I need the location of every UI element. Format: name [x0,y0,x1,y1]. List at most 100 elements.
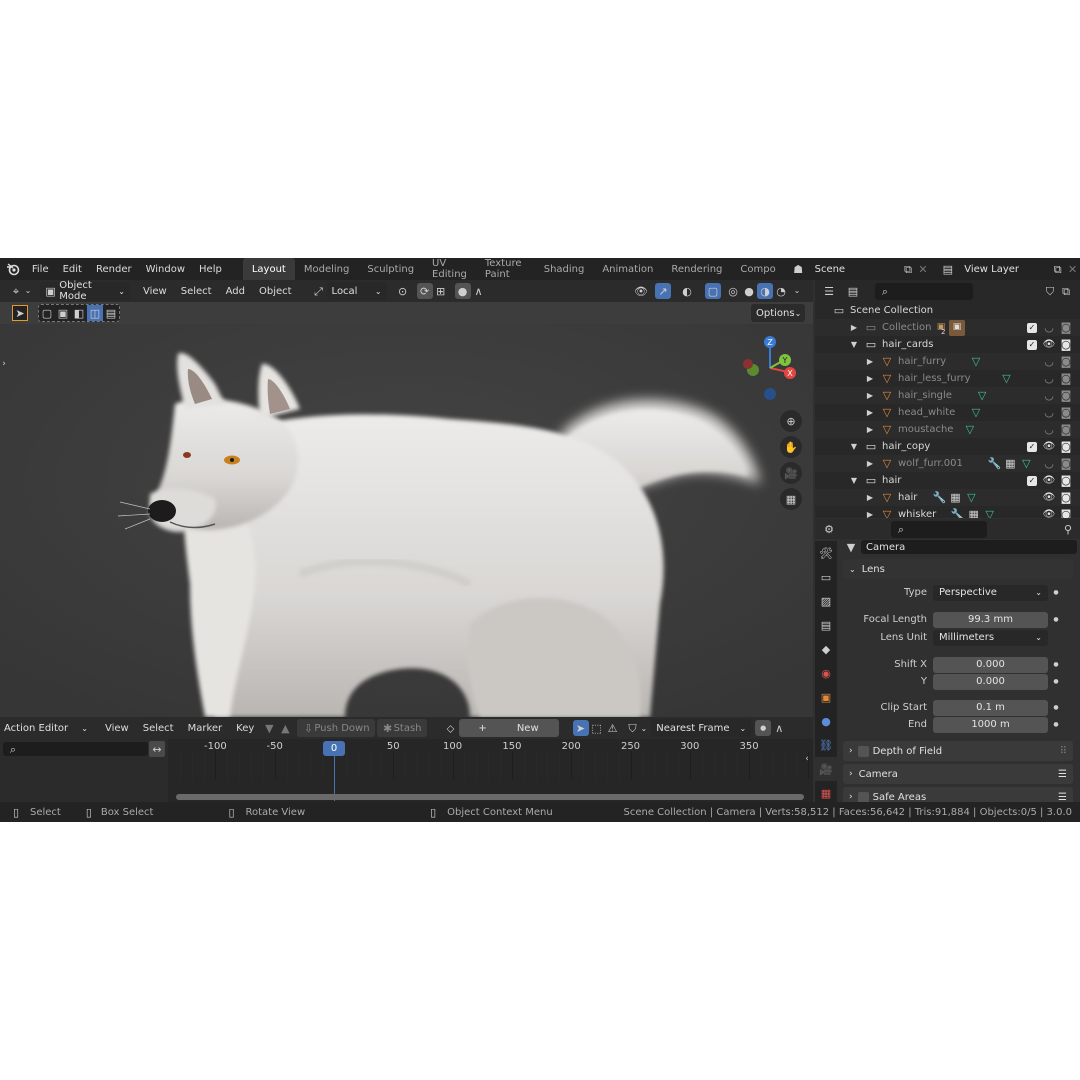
hidden-eye-icon[interactable]: ◡ [1041,456,1057,472]
properties-search-input[interactable]: ⌕ [891,520,987,538]
channel-search-input[interactable]: ⌕ [3,742,148,756]
options-dropdown[interactable]: Options ⌄ [751,304,805,322]
properties-editor-icon[interactable]: ⚙ [821,521,837,537]
outliner-item[interactable]: ▶ ▽ whisker 🔧 ▦ ▽ 👁 ◙ [815,506,1080,518]
solid-shading-icon[interactable]: ● [741,283,757,299]
new-view-layer-icon[interactable]: ⧉ [1050,261,1065,277]
sidebar-expand-chevron-icon[interactable]: ‹ [802,751,812,767]
render-camera-icon[interactable]: ◙ [1058,388,1074,404]
outliner-item[interactable]: ▼ ▭ hair_copy ✓ 👁 ◙ [815,438,1080,455]
tab-world[interactable]: ◉ [815,661,837,685]
outliner-item[interactable]: ▶ ▽ head_white ▽ ◡ ◙ [815,404,1080,421]
select-new-icon[interactable]: ▢ [39,305,55,321]
pin-icon[interactable]: ⚲ [1060,521,1076,537]
select-subtract-icon[interactable]: ◧ [71,305,87,321]
safe-areas-checkbox[interactable] [857,791,869,803]
outliner-item[interactable]: ▼ ▭ hair_cards ✓ 👁 ◙ [815,336,1080,353]
hair-data-icon[interactable]: ▽ [1018,456,1034,472]
swap-arrows-icon[interactable]: ↔ [149,741,165,757]
modifier-wrench-icon[interactable]: 🔧 [986,456,1002,472]
render-camera-icon[interactable]: ◙ [1058,439,1074,455]
hair-data-icon[interactable]: ▽ [974,388,990,404]
visibility-icon[interactable]: 👁 [633,283,649,299]
hidden-eye-icon[interactable]: ◡ [1041,405,1057,421]
geometry-nodes-icon[interactable]: ▦ [947,490,963,506]
expand-right-icon[interactable]: ▶ [865,354,875,370]
render-camera-icon[interactable]: ◙ [1058,473,1074,489]
clip-end-field[interactable]: 1000 m [933,716,1048,733]
tab-render[interactable]: ▭ [815,565,837,589]
eye-icon[interactable]: 👁 [1041,507,1057,518]
tab-constraints[interactable]: ⛓ [815,733,837,757]
action-browse-icon[interactable]: ⬦ [443,720,459,736]
tab-rendering[interactable]: Rendering [662,258,731,280]
expand-right-icon[interactable]: ▶ [865,456,875,472]
snap-target-icon[interactable]: ⊞ [433,283,449,299]
menu-help[interactable]: Help [192,264,229,275]
move-down-icon[interactable]: ▼ [261,720,277,736]
tab-object[interactable]: ▣ [815,685,837,709]
new-scene-icon[interactable]: ⧉ [901,261,916,277]
select-intersect-icon[interactable]: ▤ [103,305,119,321]
outliner-item[interactable]: ▶ ▽ moustache ▽ ◡ ◙ [815,421,1080,438]
scene-name-field[interactable]: Scene [809,260,899,278]
transform-orientation-dropdown[interactable]: Local ⌄ [326,282,387,300]
scene-selector-icon[interactable]: ☗ [791,261,806,277]
tab-shading[interactable]: Shading [535,258,594,280]
chevron-down-icon[interactable]: ⌄ [789,283,805,299]
expand-down-icon[interactable]: ▼ [849,439,859,455]
shift-x-field[interactable]: 0.000 [933,656,1048,673]
push-down-button[interactable]: ⇩ Push Down [297,719,375,737]
keyframe-dot-icon[interactable]: ● [1048,657,1064,673]
action-editor-menu-view[interactable]: View [98,723,136,734]
tab-animation[interactable]: Animation [593,258,662,280]
exclude-checkbox[interactable]: ✓ [1027,339,1037,350]
filter-icon[interactable]: ⛉ [625,720,641,736]
camera-panel-header[interactable]: › Camera ☰ [843,764,1073,784]
select-extend-icon[interactable]: ▣ [55,305,71,321]
keyframe-dot-icon[interactable]: ● [1048,585,1064,601]
dof-checkbox[interactable] [857,745,869,757]
menu-render[interactable]: Render [89,264,139,275]
expand-down-icon[interactable]: ▼ [849,473,859,489]
hair-data-icon[interactable]: ▽ [962,422,978,438]
tab-sculpting[interactable]: Sculpting [358,258,423,280]
overlay-icon[interactable]: ◐ [679,283,695,299]
tab-scene[interactable]: ◆ [815,637,837,661]
outliner-item[interactable]: ▶ ▭ Collection ▣ 2 ▣ ✓ ◡ ◙ [815,319,1080,336]
outliner-editor-icon[interactable]: ☰ [821,283,837,299]
pan-hand-icon[interactable]: ✋ [780,436,802,458]
viewport-menu-select[interactable]: Select [174,286,219,297]
remove-view-layer-icon[interactable]: ✕ [1065,261,1080,277]
editor-mode-dropdown[interactable]: Action Editor ⌄ [0,719,92,737]
outliner-item[interactable]: ▶ ▽ hair 🔧 ▦ ▽ 👁 ◙ [815,489,1080,506]
navigation-gizmo[interactable]: Z X Y [738,330,802,405]
tab-output[interactable]: ▨ [815,589,837,613]
render-camera-icon[interactable]: ◙ [1058,405,1074,421]
pivot-point-icon[interactable]: ⊙ [395,283,411,299]
tab-modeling[interactable]: Modeling [295,258,359,280]
toolbar-expand-chevron-icon[interactable]: › [0,356,8,372]
hair-data-icon[interactable]: ▽ [982,507,998,518]
keyframe-dot-icon[interactable]: ● [1048,612,1064,628]
clip-start-field[interactable]: 0.1 m [933,699,1048,716]
tab-uv-editing[interactable]: UV Editing [423,258,476,280]
tab-physics[interactable]: ● [815,709,837,733]
camera-datablock-field[interactable]: Camera [861,540,1077,554]
action-editor-menu-select[interactable]: Select [136,723,181,734]
outliner-item[interactable]: ▼ ▭ hair ✓ 👁 ◙ [815,472,1080,489]
action-editor-menu-key[interactable]: Key [229,723,261,734]
tab-camera-data[interactable]: 🎥 [815,757,837,781]
frame-region[interactable] [168,739,813,802]
view-layer-field[interactable]: View Layer [959,260,1049,278]
shift-y-field[interactable]: 0.000 [933,673,1048,690]
exclude-checkbox[interactable]: ✓ [1027,441,1037,452]
editor-type-icon[interactable]: ⌖ [8,283,24,299]
outliner-item[interactable]: ▶ ▽ hair_single ▽ ◡ ◙ [815,387,1080,404]
keyframe-dot-icon[interactable]: ● [1048,717,1064,733]
tab-tool[interactable]: 🛠 [815,541,837,565]
viewport-menu-object[interactable]: Object [252,286,299,297]
only-errors-icon[interactable]: ⚠ [605,720,621,736]
eye-icon[interactable]: 👁 [1041,337,1057,353]
stash-button[interactable]: ✱ Stash [376,719,427,737]
